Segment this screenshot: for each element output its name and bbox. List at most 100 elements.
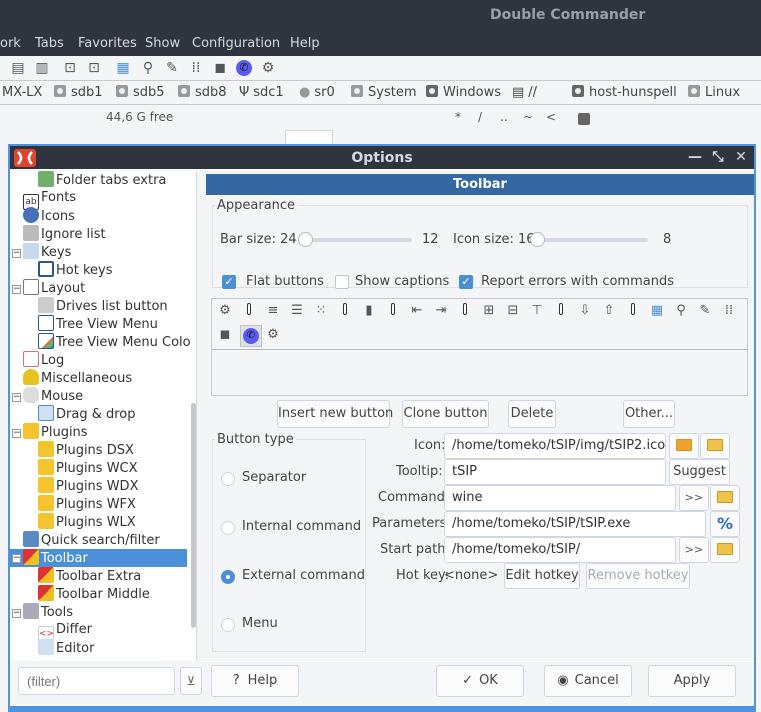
cancel-button[interactable]: ◉ Cancel <box>544 665 632 697</box>
pack-icon[interactable]: ⊡ <box>62 60 78 76</box>
download-box-icon[interactable]: ⇩ <box>576 302 594 320</box>
drive-button[interactable]: Linux <box>688 85 740 100</box>
drive-button[interactable]: ● sr0 <box>299 85 335 100</box>
collapse-toolbar-toggle[interactable]: − <box>12 554 21 563</box>
delete-button[interactable]: Delete <box>508 400 556 428</box>
collapse-keys-toggle[interactable]: − <box>12 249 21 258</box>
gear-icon[interactable]: ⚙ <box>216 302 234 320</box>
tree-item-tree-view-menu-colors[interactable]: Tree View Menu Colo <box>38 333 191 351</box>
documents-icon[interactable]: ▦ <box>115 60 131 76</box>
clear-filter-button[interactable]: ⊻ <box>180 667 202 695</box>
start-path-input[interactable]: /home/tomeko/tSIP/ <box>444 537 676 563</box>
tree-item-tools[interactable]: Tools <box>23 603 73 621</box>
root-shortcut[interactable]: * <box>455 110 461 124</box>
collapse-tools-toggle[interactable]: − <box>12 609 21 618</box>
collapse-layout-toggle[interactable]: − <box>12 285 21 294</box>
tree-item-miscellaneous[interactable]: Miscellaneous <box>23 369 132 387</box>
tree-item-log[interactable]: Log <box>23 351 64 369</box>
menu-favorites[interactable]: Favorites <box>78 36 137 51</box>
show-captions-checkbox[interactable] <box>335 275 349 289</box>
tree-item-icons[interactable]: Icons <box>23 207 75 225</box>
tree-item-ignore-list[interactable]: Ignore list <box>23 225 106 243</box>
tree-item-toolbar-extra[interactable]: Toolbar Extra <box>38 567 141 585</box>
parent-shortcut[interactable]: .. <box>500 110 508 124</box>
tsip-phone-icon[interactable]: ✆ <box>240 325 262 347</box>
separator-icon[interactable] <box>456 302 474 320</box>
back-shortcut[interactable]: < <box>546 110 556 124</box>
tree-item-editor[interactable]: Editor <box>38 639 94 657</box>
gear-icon[interactable]: ⚙ <box>260 60 276 76</box>
home-shortcut[interactable]: ~ <box>523 110 533 124</box>
t-box-icon[interactable]: ⊤ <box>528 302 546 320</box>
upload-box-icon[interactable]: ⇧ <box>600 302 618 320</box>
tree-item-plugins-wfx[interactable]: Plugins WFX <box>38 495 136 513</box>
bar-size-slider[interactable] <box>300 238 412 242</box>
variables-button[interactable]: % <box>710 511 740 537</box>
tree-item-toolbar[interactable]: Toolbar <box>10 549 187 567</box>
menu-tabs[interactable]: Tabs <box>35 36 64 51</box>
drive-button[interactable]: MX-LX <box>2 85 42 100</box>
drive-button[interactable]: sdb1 <box>54 85 103 100</box>
menu-configuration[interactable]: Configuration <box>192 36 280 51</box>
documents-icon[interactable]: ▦ <box>648 302 666 320</box>
drive-button[interactable]: sdb5 <box>116 85 165 100</box>
drive-button[interactable]: host-hunspell <box>572 85 677 100</box>
right-arrow-box-icon[interactable]: ⇥ <box>432 302 450 320</box>
clone-button[interactable]: Clone button <box>402 400 489 428</box>
suggest-button[interactable]: Suggest <box>669 459 730 485</box>
copy-window-icon[interactable]: ◼ <box>212 60 228 76</box>
tree-item-mouse[interactable]: Mouse <box>23 387 83 405</box>
drive-button[interactable]: Windows <box>426 85 501 100</box>
gear-icon[interactable]: ⚙ <box>264 326 282 344</box>
separator-icon[interactable] <box>336 302 354 320</box>
drive-button[interactable]: Ψsdc1 <box>239 85 284 100</box>
tree-item-differ[interactable]: <> Differ <box>38 621 92 642</box>
separator-icon[interactable] <box>552 302 570 320</box>
command-select-button[interactable]: >> <box>679 485 709 511</box>
list-full-icon[interactable]: ☰ <box>288 302 306 320</box>
copy-window-icon[interactable]: ◼ <box>216 326 234 344</box>
tooltip-input[interactable]: tSIP <box>444 459 666 485</box>
separator-icon[interactable] <box>240 302 258 320</box>
edit-hotkey-button[interactable]: Edit hotkey <box>504 563 580 589</box>
drive-button[interactable]: System <box>351 85 416 100</box>
collapse-plugins-toggle[interactable]: − <box>12 429 21 438</box>
report-errors-checkbox[interactable]: ✓ <box>459 275 473 289</box>
menu-show[interactable]: Show <box>145 36 180 51</box>
drive-button[interactable]: ▤// <box>512 85 537 100</box>
tree-item-fonts[interactable]: ab Fonts <box>23 189 76 210</box>
icon-path-input[interactable]: /home/tomeko/tSIP/img/tSIP2.ico <box>444 433 666 459</box>
browse-start-path-button[interactable] <box>710 537 740 563</box>
tsip-phone-icon[interactable]: ✆ <box>236 60 252 76</box>
browse-command-button[interactable] <box>710 485 740 511</box>
remove-hotkey-button[interactable]: Remove hotkey <box>586 563 690 589</box>
icon-size-slider-handle[interactable] <box>530 232 545 247</box>
search-icon[interactable]: ⚲ <box>140 60 156 76</box>
bar-size-slider-handle[interactable] <box>298 232 313 247</box>
menu-help[interactable]: Help <box>290 36 320 51</box>
browse-icon-button[interactable] <box>700 433 730 459</box>
tree-vertical-scrollbar[interactable] <box>191 403 196 628</box>
icon-size-slider[interactable] <box>536 238 648 242</box>
view-columns-icon[interactable]: ▥ <box>34 60 50 76</box>
plus-box-icon[interactable]: ⊞ <box>480 302 498 320</box>
unpack-icon[interactable]: ⊡ <box>86 60 102 76</box>
close-button[interactable]: ✕ <box>733 149 749 165</box>
left-arrow-box-icon[interactable]: ⇤ <box>408 302 426 320</box>
choose-icon-button[interactable] <box>669 433 699 459</box>
separator-radio[interactable] <box>221 472 235 486</box>
flat-buttons-checkbox[interactable]: ✓ <box>222 275 236 289</box>
tree-item-plugins-wdx[interactable]: Plugins WDX <box>38 477 138 495</box>
tree-item-plugins-wlx[interactable]: Plugins WLX <box>38 513 136 531</box>
internal-command-radio[interactable] <box>221 521 235 535</box>
tree-item-drives-list-button[interactable]: Drives list button <box>38 297 168 315</box>
start-path-select-button[interactable]: >> <box>679 537 709 563</box>
menu-radio[interactable] <box>221 618 235 632</box>
list-brief-icon[interactable]: ≡ <box>264 302 282 320</box>
tree-item-folder-tabs-extra[interactable]: Folder tabs extra <box>38 171 166 189</box>
apply-button[interactable]: Apply <box>648 665 736 697</box>
tree-filter-input[interactable] <box>18 667 175 695</box>
parameters-input[interactable]: /home/tomeko/tSIP/tSIP.exe <box>444 511 706 537</box>
tree-item-hot-keys[interactable]: Hot keys <box>38 261 113 279</box>
tree-item-quick-search[interactable]: Quick search/filter <box>23 531 160 549</box>
